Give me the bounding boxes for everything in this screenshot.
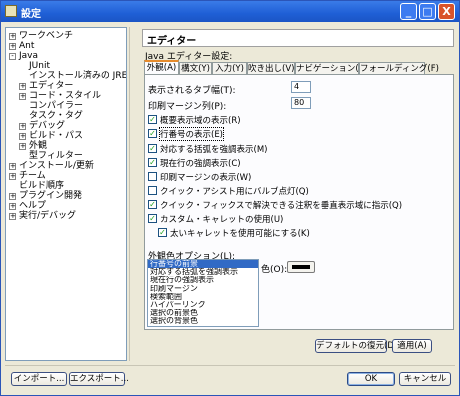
color-list-item[interactable]: 印刷マージン bbox=[148, 285, 258, 293]
tab-syntax[interactable]: 構文(Y) bbox=[179, 62, 212, 74]
option-checkbox[interactable]: ✓ bbox=[148, 158, 157, 167]
tab-hovers[interactable]: 吹き出し(V) bbox=[247, 62, 295, 74]
color-list-item[interactable]: 選択の背景色 bbox=[148, 317, 258, 325]
color-list-item[interactable]: 対応する括弧を強調表示 bbox=[148, 268, 258, 276]
close-button[interactable]: X bbox=[438, 3, 455, 20]
expand-icon[interactable]: + bbox=[9, 163, 16, 170]
color-list-item[interactable]: 行番号の前景 bbox=[148, 260, 258, 269]
tab-width-label: 表示されるタブ幅(T): bbox=[148, 86, 236, 96]
option-checkbox[interactable]: ✓ bbox=[148, 115, 157, 124]
option-label[interactable]: 太いキャレットを使用可能にする(K) bbox=[170, 227, 310, 239]
color-list-item[interactable]: 現在行の強調表示 bbox=[148, 276, 258, 284]
import-button[interactable]: インポート... bbox=[11, 372, 67, 386]
minimize-button[interactable]: _ bbox=[400, 3, 417, 20]
maximize-button[interactable]: □ bbox=[419, 3, 436, 20]
option-label[interactable]: 印刷マージンの表示(W) bbox=[160, 171, 251, 183]
option-label[interactable]: 対応する括弧を強調表示(M) bbox=[160, 143, 267, 155]
option-label[interactable]: 現在行の強調表示(C) bbox=[160, 157, 241, 169]
expand-icon[interactable]: + bbox=[19, 143, 26, 150]
separator bbox=[5, 365, 455, 366]
expand-icon[interactable]: + bbox=[19, 93, 26, 100]
export-button[interactable]: エクスポート... bbox=[69, 372, 129, 386]
restore-defaults-button[interactable]: デフォルトの復元(D) bbox=[315, 339, 397, 353]
collapse-icon[interactable]: - bbox=[9, 53, 16, 60]
color-options-list[interactable]: 行番号の前景 対応する括弧を強調表示 現在行の強調表示 印刷マージン 検索範囲 ハイパーリ… bbox=[147, 259, 259, 327]
tab-width-input[interactable]: 4 bbox=[291, 81, 311, 93]
option-checkbox[interactable]: ✓ bbox=[148, 129, 157, 138]
color-list-item[interactable]: ハイパーリンク bbox=[148, 301, 258, 309]
tab-typing[interactable]: 入力(Y) bbox=[212, 62, 247, 74]
expand-icon[interactable]: + bbox=[9, 193, 16, 200]
cancel-button[interactable]: キャンセル bbox=[399, 372, 451, 386]
ok-button[interactable]: OK bbox=[347, 372, 395, 386]
tab-folding[interactable]: フォールディング(F) bbox=[359, 62, 439, 74]
expand-icon[interactable]: + bbox=[19, 123, 26, 130]
option-label[interactable]: カスタム・キャレットの使用(U) bbox=[160, 213, 283, 225]
expand-icon[interactable]: + bbox=[9, 33, 16, 40]
tree-item-label: 実行/デバッグ bbox=[19, 211, 77, 221]
print-margin-label: 印刷マージン列(P): bbox=[148, 102, 227, 112]
option-label[interactable]: 行番号の表示(E) bbox=[158, 127, 225, 141]
option-checkbox[interactable]: ✓ bbox=[148, 144, 157, 153]
window-title: 設定 bbox=[21, 9, 41, 20]
color-list-item[interactable]: 検索範囲 bbox=[148, 293, 258, 301]
page-header: エディター bbox=[142, 29, 454, 47]
option-label[interactable]: クイック・フィックスで解決できる注釈を垂直表示域に指示(Q) bbox=[160, 199, 402, 211]
color-swatch bbox=[292, 265, 310, 269]
option-checkbox[interactable]: ✓ bbox=[148, 214, 157, 223]
expand-icon[interactable]: + bbox=[19, 133, 26, 140]
option-checkbox[interactable] bbox=[148, 186, 157, 195]
expand-icon[interactable]: + bbox=[9, 203, 16, 210]
apply-button[interactable]: 適用(A) bbox=[392, 339, 432, 353]
color-picker-button[interactable] bbox=[287, 261, 315, 273]
option-checkbox[interactable]: ✓ bbox=[148, 200, 157, 209]
expand-icon[interactable]: + bbox=[9, 43, 16, 50]
tab-appearance[interactable]: 外観(A) bbox=[144, 60, 179, 75]
color-list-item[interactable]: 選択の前景色 bbox=[148, 309, 258, 317]
option-checkbox[interactable] bbox=[148, 172, 157, 181]
option-label[interactable]: 概要表示域の表示(R) bbox=[160, 114, 241, 126]
expand-icon[interactable]: + bbox=[9, 173, 16, 180]
option-label[interactable]: クイック・アシスト用にバルブ点灯(Q) bbox=[160, 185, 309, 197]
option-checkbox[interactable]: ✓ bbox=[158, 228, 167, 237]
tab-navigation[interactable]: ナビゲーション(G) bbox=[295, 62, 369, 74]
preferences-tree[interactable]: + ワークベンチ + Ant - Java JUnit インストール済みの JRE + エディター… bbox=[5, 27, 127, 361]
window-icon bbox=[5, 5, 17, 17]
color-label: 色(O): bbox=[261, 265, 288, 275]
sash[interactable] bbox=[129, 27, 130, 361]
page-title: エディター bbox=[147, 36, 197, 47]
print-margin-input[interactable]: 80 bbox=[291, 97, 311, 109]
expand-icon[interactable]: + bbox=[19, 83, 26, 90]
preferences-window: 設定 _ □ X + ワークベンチ + Ant - Java JUnit インストール済みの … bbox=[0, 0, 460, 396]
expand-icon[interactable]: + bbox=[9, 213, 16, 220]
title-bar[interactable]: 設定 _ □ X bbox=[1, 1, 459, 22]
